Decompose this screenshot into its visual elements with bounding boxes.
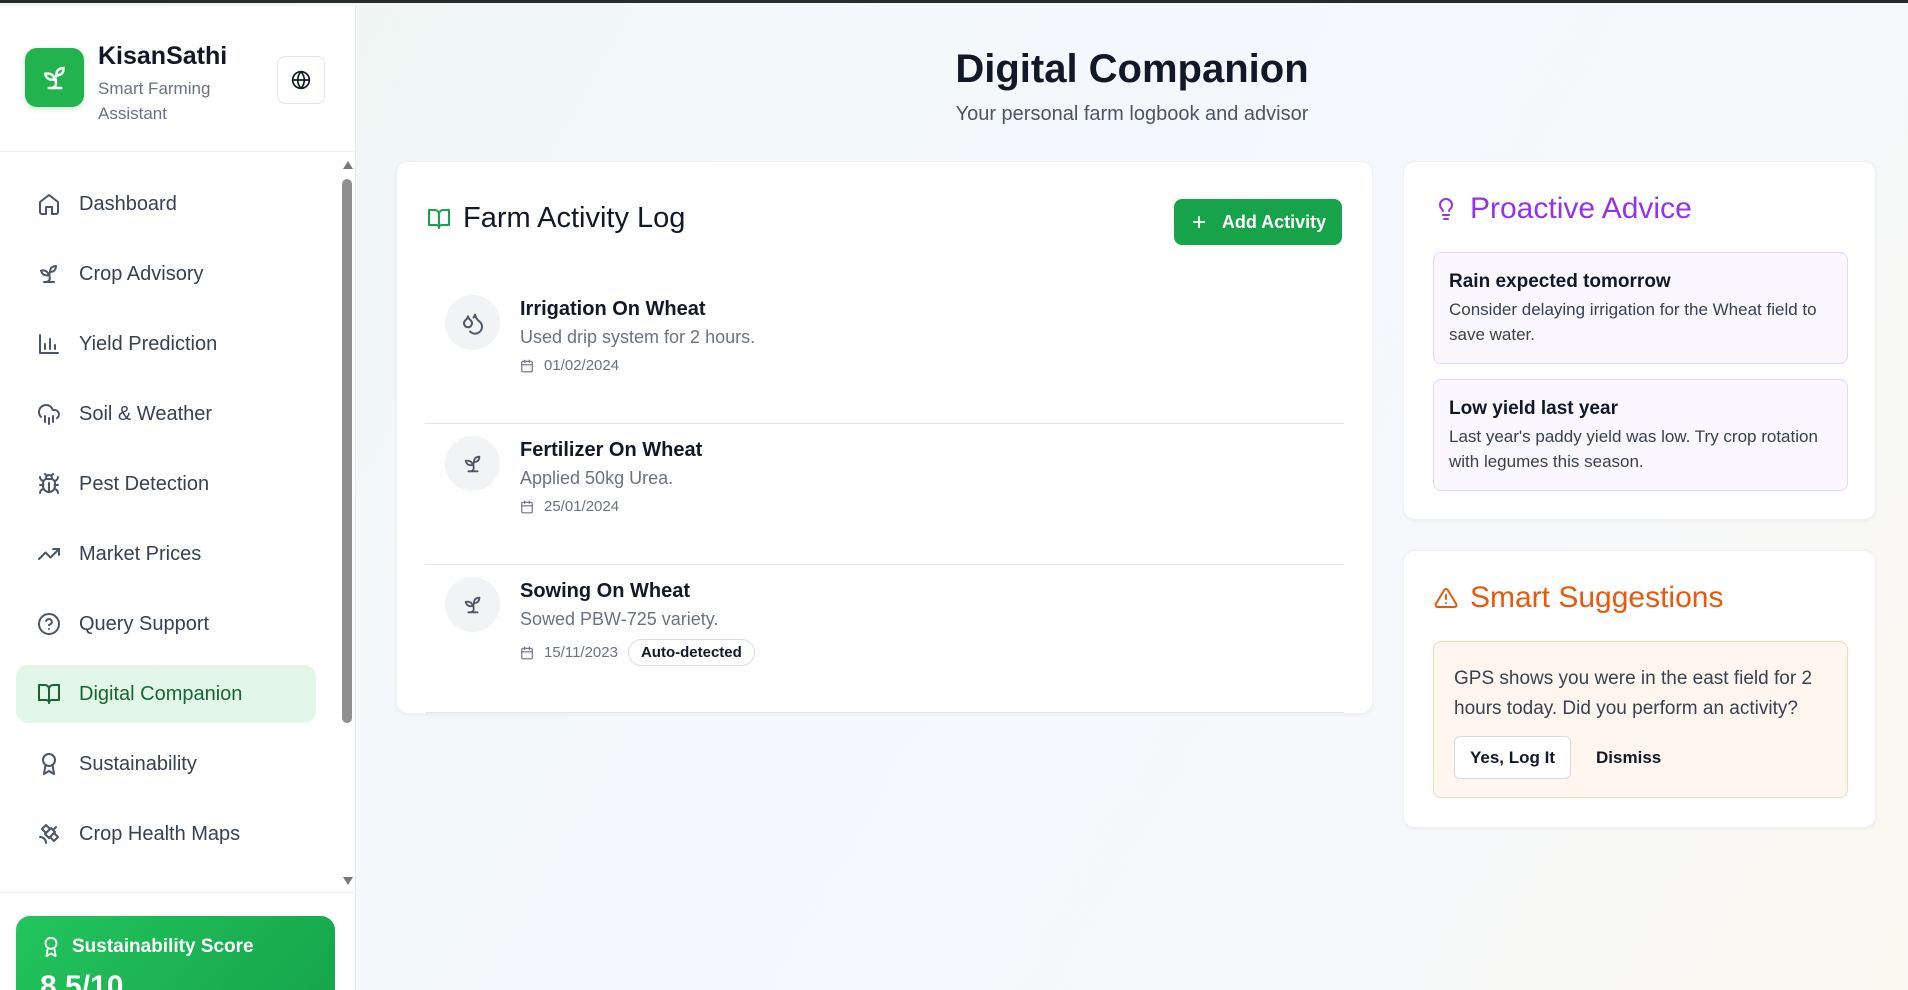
advice-item: Low yield last year Last year's paddy yi… bbox=[1433, 379, 1848, 491]
proactive-advice-card: Proactive Advice Rain expected tomorrow … bbox=[1403, 161, 1876, 520]
satellite-icon bbox=[36, 821, 62, 847]
advice-item: Rain expected tomorrow Consider delaying… bbox=[1433, 252, 1848, 364]
activity-date: 15/11/2023 bbox=[544, 644, 618, 661]
sidebar-item-dashboard[interactable]: Dashboard bbox=[16, 175, 316, 233]
home-icon bbox=[36, 191, 62, 217]
smart-suggestions-card: Smart Suggestions GPS shows you were in … bbox=[1403, 550, 1876, 828]
droplets-icon bbox=[445, 295, 500, 350]
calendar-icon bbox=[520, 500, 534, 514]
trending-up-icon bbox=[36, 541, 62, 567]
calendar-icon bbox=[520, 646, 534, 660]
book-open-icon bbox=[36, 681, 62, 707]
bar-chart-icon bbox=[36, 331, 62, 357]
app-name: KisanSathi bbox=[98, 42, 228, 70]
suggestions-header: Smart Suggestions bbox=[1434, 581, 1723, 615]
sidebar-item-yield-prediction[interactable]: Yield Prediction bbox=[16, 315, 316, 373]
sidebar-item-digital-companion[interactable]: Digital Companion bbox=[16, 665, 316, 723]
sidebar-nav: Dashboard Crop Advisory Yield Prediction… bbox=[0, 153, 356, 893]
sidebar-item-soil-weather[interactable]: Soil & Weather bbox=[16, 385, 316, 443]
suggestion-actions: Yes, Log It Dismiss bbox=[1454, 736, 1827, 779]
sidebar-item-label: Query Support bbox=[79, 612, 210, 635]
sprout-icon bbox=[445, 436, 500, 491]
suggestion-text: GPS shows you were in the east field for… bbox=[1454, 668, 1813, 719]
activity-meta: 01/02/2024 bbox=[520, 357, 619, 374]
sidebar-item-label: Dashboard bbox=[79, 192, 177, 215]
brand-header: KisanSathi Smart Farming Assistant bbox=[0, 6, 355, 152]
sprout-logo-icon bbox=[25, 48, 84, 107]
dismiss-button[interactable]: Dismiss bbox=[1584, 736, 1673, 779]
help-circle-icon bbox=[36, 611, 62, 637]
sidebar-item-label: Yield Prediction bbox=[79, 332, 218, 355]
score-header: Sustainability Score bbox=[40, 936, 311, 958]
add-activity-button[interactable]: Add Activity bbox=[1174, 199, 1342, 245]
book-open-icon bbox=[427, 207, 451, 231]
plus-icon bbox=[1190, 213, 1208, 231]
page-title: Digital Companion bbox=[955, 47, 1309, 91]
advice-item-text: Consider delaying irrigation for the Whe… bbox=[1449, 300, 1817, 344]
advice-title: Proactive Advice bbox=[1470, 192, 1692, 225]
alert-triangle-icon bbox=[1434, 586, 1458, 610]
yes-log-it-button[interactable]: Yes, Log It bbox=[1454, 736, 1572, 779]
sidebar-item-label: Pest Detection bbox=[79, 472, 210, 495]
sidebar-item-label: Market Prices bbox=[79, 542, 202, 565]
sidebar-item-label: Digital Companion bbox=[79, 682, 243, 705]
farm-activity-log-card: Farm Activity Log Add Activity Irrigatio… bbox=[396, 161, 1373, 714]
calendar-icon bbox=[520, 359, 534, 373]
sidebar-item-label: Soil & Weather bbox=[79, 402, 213, 425]
activity-title: Fertilizer On Wheat bbox=[520, 439, 703, 461]
sidebar-item-label: Sustainability bbox=[79, 752, 197, 775]
sidebar-item-query-support[interactable]: Query Support bbox=[16, 595, 316, 653]
auto-detected-badge: Auto-detected bbox=[627, 639, 755, 666]
activity-meta: 15/11/2023 Auto-detected bbox=[520, 639, 755, 666]
log-title: Farm Activity Log bbox=[463, 202, 686, 234]
lightbulb-icon bbox=[1434, 197, 1458, 221]
sidebar-item-crop-advisory[interactable]: Crop Advisory bbox=[16, 245, 316, 303]
sprout-icon bbox=[445, 577, 500, 632]
log-header: Farm Activity Log bbox=[427, 202, 685, 235]
score-value: 8.5/10 bbox=[40, 970, 124, 990]
suggestions-title: Smart Suggestions bbox=[1470, 581, 1724, 614]
bug-icon bbox=[36, 471, 62, 497]
activity-date: 01/02/2024 bbox=[544, 357, 620, 374]
sidebar-item-label: Crop Advisory bbox=[79, 262, 204, 285]
scroll-down-arrow-icon[interactable] bbox=[342, 875, 354, 887]
activity-item[interactable]: Sowing On Wheat Sowed PBW-725 variety. 1… bbox=[425, 565, 1344, 713]
advice-header: Proactive Advice bbox=[1434, 192, 1692, 226]
sidebar-item-label: Crop Health Maps bbox=[79, 822, 241, 845]
cloud-rain-icon bbox=[36, 401, 62, 427]
sidebar-item-market-prices[interactable]: Market Prices bbox=[16, 525, 316, 583]
globe-icon bbox=[291, 70, 311, 90]
activity-title: Irrigation On Wheat bbox=[520, 298, 706, 320]
language-button[interactable] bbox=[277, 56, 325, 104]
activity-date: 25/01/2024 bbox=[544, 498, 620, 515]
advice-item-title: Low yield last year bbox=[1449, 398, 1618, 419]
award-icon bbox=[40, 936, 62, 958]
scroll-thumb[interactable] bbox=[342, 179, 352, 723]
advice-item-title: Rain expected tomorrow bbox=[1449, 271, 1671, 292]
sprout-icon bbox=[36, 261, 62, 287]
suggestion-box: GPS shows you were in the east field for… bbox=[1433, 641, 1848, 798]
scroll-up-arrow-icon[interactable] bbox=[342, 159, 354, 171]
activity-description: Applied 50kg Urea. bbox=[520, 468, 674, 488]
advice-item-text: Last year's paddy yield was low. Try cro… bbox=[1449, 427, 1818, 471]
app-tagline: Smart Farming Assistant bbox=[98, 79, 211, 123]
activity-item[interactable]: Irrigation On Wheat Used drip system for… bbox=[425, 283, 1344, 424]
page-subtitle: Your personal farm logbook and advisor bbox=[955, 103, 1309, 125]
activity-meta: 25/01/2024 bbox=[520, 498, 619, 515]
add-activity-label: Add Activity bbox=[1221, 211, 1327, 232]
activity-title: Sowing On Wheat bbox=[520, 580, 690, 602]
activity-item[interactable]: Fertilizer On Wheat Applied 50kg Urea. 2… bbox=[425, 424, 1344, 565]
sidebar-item-pest-detection[interactable]: Pest Detection bbox=[16, 455, 316, 513]
sidebar-item-crop-health-maps[interactable]: Crop Health Maps bbox=[16, 805, 316, 863]
award-icon bbox=[36, 751, 62, 777]
sustainability-score-card: Sustainability Score 8.5/10 bbox=[16, 916, 335, 990]
sidebar-scrollbar[interactable] bbox=[340, 153, 356, 893]
sidebar-item-sustainability[interactable]: Sustainability bbox=[16, 735, 316, 793]
activity-description: Sowed PBW-725 variety. bbox=[520, 609, 719, 629]
sidebar: KisanSathi Smart Farming Assistant Dashb… bbox=[0, 6, 356, 990]
score-title: Sustainability Score bbox=[72, 936, 254, 957]
activity-description: Used drip system for 2 hours. bbox=[520, 327, 756, 347]
